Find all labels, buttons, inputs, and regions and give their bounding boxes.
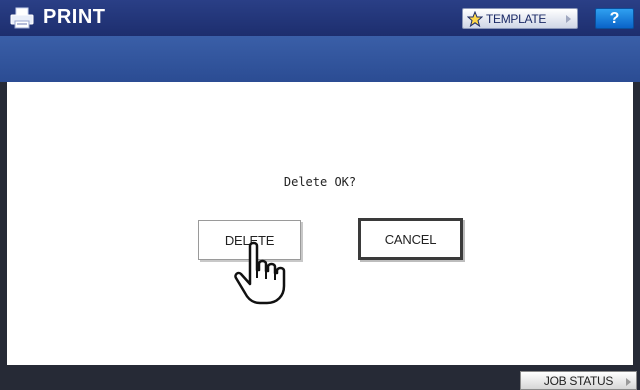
- arrow-right-icon: [626, 378, 631, 386]
- title-bar: PRINT TEMPLATE ?: [0, 0, 640, 36]
- printer-icon: [10, 7, 34, 29]
- job-status-button[interactable]: JOB STATUS: [520, 371, 637, 390]
- star-icon: [467, 10, 483, 27]
- template-label: TEMPLATE: [486, 11, 547, 26]
- job-status-label: JOB STATUS: [543, 373, 614, 388]
- template-button[interactable]: TEMPLATE: [462, 8, 578, 29]
- confirmation-message: Delete OK?: [283, 175, 357, 189]
- arrow-right-icon: [566, 15, 571, 23]
- hand-pointer-icon: [234, 241, 286, 305]
- status-bar: JOB STATUS: [0, 365, 640, 390]
- page-title: PRINT: [43, 6, 106, 28]
- dialog-panel: Delete OK? DELETE CANCEL: [0, 82, 640, 365]
- sub-header-band: [0, 36, 640, 82]
- cancel-button[interactable]: CANCEL: [358, 218, 463, 260]
- help-button[interactable]: ?: [595, 8, 634, 29]
